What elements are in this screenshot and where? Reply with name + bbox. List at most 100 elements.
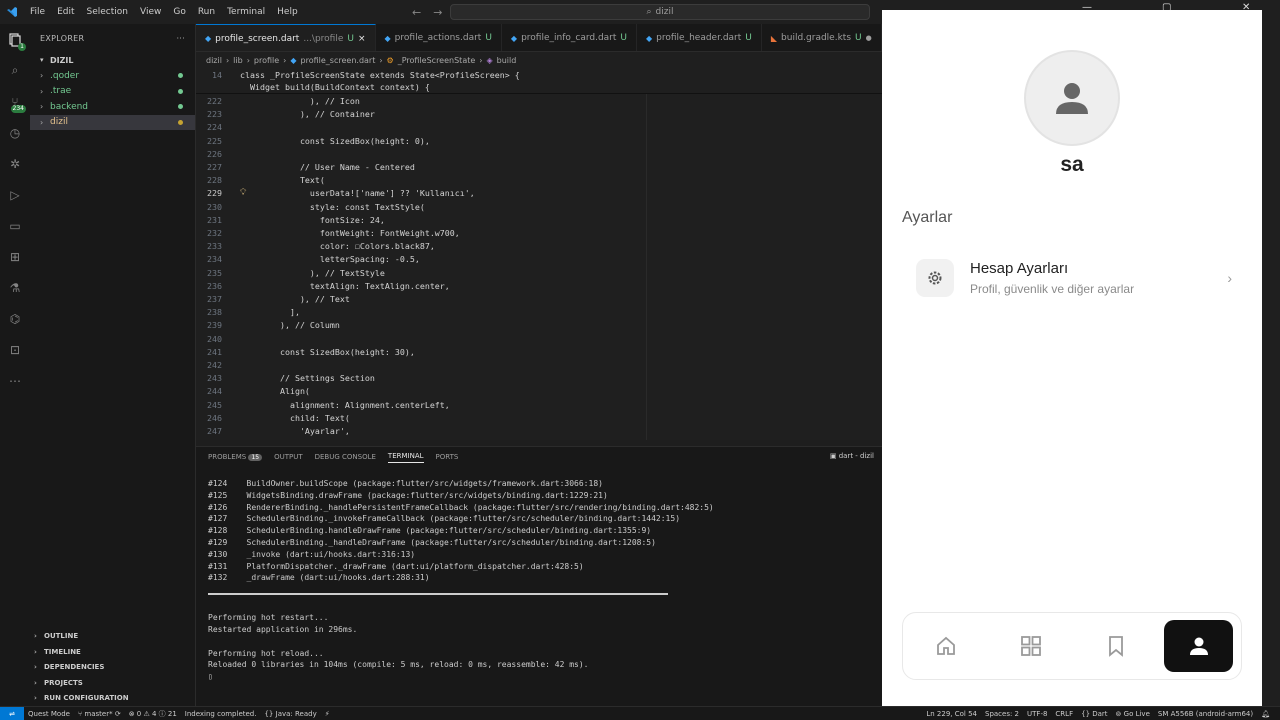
line-number: 236: [207, 280, 222, 291]
breadcrumb-item[interactable]: build: [497, 56, 517, 65]
more-icon[interactable]: ⋯: [0, 365, 30, 396]
section-label: OUTLINE: [44, 632, 79, 641]
menu-selection[interactable]: Selection: [81, 7, 134, 17]
run-debug-icon[interactable]: ▷: [0, 179, 30, 210]
section-run-configuration[interactable]: › RUN CONFIGURATION: [30, 691, 196, 707]
nav-home[interactable]: [903, 620, 988, 672]
tree-item-backend[interactable]: › backend: [30, 99, 195, 115]
device-selector[interactable]: SM A556B (android-arm64): [1154, 710, 1257, 718]
java-status[interactable]: {} Java: Ready: [260, 710, 320, 718]
section-dependencies[interactable]: › DEPENDENCIES: [30, 660, 196, 676]
sidebar-sections: › OUTLINE › TIMELINE › DEPENDENCIES › PROJEC…: [30, 629, 196, 707]
problems-status[interactable]: ⊗ 0 ⚠ 4 ⓘ 21: [125, 709, 181, 719]
line-number: 225: [207, 135, 222, 146]
nav-grid[interactable]: [988, 620, 1073, 672]
command-center-search[interactable]: ⌕ dizil: [450, 4, 870, 20]
terminal-icon: ▣: [829, 452, 837, 460]
nav-bookmarks[interactable]: [1073, 620, 1158, 672]
code-editor[interactable]: 14 class _ProfileScreenState extends Sta…: [196, 68, 882, 440]
go-live[interactable]: ⊚ Go Live: [1112, 710, 1154, 718]
menu-run[interactable]: Run: [192, 7, 221, 17]
tab-ports[interactable]: PORTS: [436, 453, 459, 461]
tab-profile-actions[interactable]: ◆ profile_actions.dart U: [376, 24, 502, 51]
testing-icon[interactable]: ⚗: [0, 272, 30, 303]
modified-dot-icon: [178, 88, 183, 94]
git-branch[interactable]: ⑂ master* ⟳: [74, 710, 125, 718]
workspace-root[interactable]: ▾ DIZIL: [30, 52, 195, 68]
chevron-right-icon: ›: [34, 647, 37, 656]
menu-edit[interactable]: Edit: [51, 7, 80, 17]
line-number: 247: [207, 425, 222, 436]
lightbulb-icon[interactable]: 💡︎: [240, 188, 246, 198]
back-arrow-icon[interactable]: ←: [412, 6, 421, 19]
language-mode[interactable]: {} Dart: [1077, 710, 1111, 718]
explorer-icon[interactable]: 1: [0, 24, 30, 55]
terminal-instance[interactable]: ▣ dart - dizil: [830, 452, 874, 460]
tree-item-dizil[interactable]: › dizil: [30, 114, 195, 130]
code-text: textAlign: TextAlign.center,: [240, 280, 450, 291]
status-right: Ln 229, Col 54 Spaces: 2 UTF-8 CRLF {} D…: [922, 707, 1274, 720]
sticky-line: Widget build(BuildContext context) {: [196, 81, 882, 95]
menu-terminal[interactable]: Terminal: [221, 7, 271, 17]
app-logo-icon: [0, 0, 24, 24]
tree-item-qoder[interactable]: › .qoder: [30, 68, 195, 84]
remote-icon[interactable]: ⇌: [0, 706, 24, 720]
source-control-icon[interactable]: ⑂ 234: [0, 86, 30, 117]
settings-section-title: Ayarlar: [902, 209, 953, 226]
section-projects[interactable]: › PROJECTS: [30, 675, 196, 691]
search-activity-icon[interactable]: ⌕: [0, 55, 30, 86]
avatar[interactable]: [1024, 50, 1120, 146]
breadcrumb-item[interactable]: _ProfileScreenState: [398, 56, 476, 65]
section-timeline[interactable]: › TIMELINE: [30, 644, 196, 660]
chevron-down-icon: ▾: [40, 56, 44, 64]
inspect-icon[interactable]: ⊡: [0, 334, 30, 365]
tab-terminal[interactable]: TERMINAL: [387, 452, 424, 463]
quest-mode[interactable]: Quest Mode: [24, 710, 74, 718]
terminal-line: #132 _drawFrame (dart:ui/hooks.dart:288:…: [208, 573, 430, 583]
tab-problems[interactable]: PROBLEMS 15: [208, 453, 263, 461]
tab-output[interactable]: OUTPUT: [274, 453, 303, 461]
menu-file[interactable]: File: [24, 7, 51, 17]
timeline-icon[interactable]: ◷: [0, 117, 30, 148]
more-actions-icon[interactable]: ···: [176, 34, 185, 43]
code-text: ), // Icon: [240, 95, 360, 106]
code-text: ), // TextStyle: [240, 267, 385, 278]
line-ending[interactable]: CRLF: [1051, 710, 1077, 718]
code-text: class _ProfileScreenState extends State<…: [240, 69, 520, 80]
indentation[interactable]: Spaces: 2: [981, 710, 1023, 718]
code-line: 246 child: Text(: [196, 411, 882, 424]
line-number: 241: [207, 346, 222, 357]
breadcrumb-item[interactable]: dizil: [206, 56, 222, 65]
remote-explorer-icon[interactable]: ▭: [0, 210, 30, 241]
tab-profile-info-card[interactable]: ◆ profile_info_card.dart U: [502, 24, 637, 51]
chevron-right-icon: ›: [225, 55, 230, 65]
bolt-icon[interactable]: ⚡: [321, 710, 334, 718]
cursor-position[interactable]: Ln 229, Col 54: [922, 710, 981, 718]
terminal-output[interactable]: #124 BuildOwner.buildScope (package:flut…: [208, 479, 878, 684]
setting-subtitle: Profil, güvenlik ve diğer ayarlar: [970, 282, 1135, 296]
line-number: 226: [207, 148, 222, 159]
tab-build-gradle[interactable]: ◣ build.gradle.kts U ●: [762, 24, 882, 51]
menu-go[interactable]: Go: [167, 7, 191, 17]
nav-profile[interactable]: [1164, 620, 1233, 672]
breadcrumb-item[interactable]: profile_screen.dart: [301, 56, 376, 65]
menu-help[interactable]: Help: [271, 7, 304, 17]
notifications-bell-icon[interactable]: 🔔︎: [1257, 710, 1274, 718]
menu-view[interactable]: View: [134, 7, 167, 17]
flutter-icon[interactable]: ⌬: [0, 303, 30, 334]
account-settings-row[interactable]: Hesap Ayarları Profil, güvenlik ve diğer…: [902, 250, 1242, 306]
section-outline[interactable]: › OUTLINE: [30, 629, 196, 645]
extensions-gear-icon[interactable]: ✲: [0, 148, 30, 179]
breadcrumb-item[interactable]: profile: [254, 56, 279, 65]
close-icon[interactable]: ×: [358, 34, 366, 44]
extensions-icon[interactable]: ⊞: [0, 241, 30, 272]
tab-debug-console[interactable]: DEBUG CONSOLE: [315, 453, 376, 461]
forward-arrow-icon[interactable]: →: [433, 6, 442, 19]
tab-profile-screen[interactable]: ◆ profile_screen.dart ...\profile U ×: [196, 24, 376, 51]
tab-profile-header[interactable]: ◆ profile_header.dart U: [637, 24, 762, 51]
terminal-line: #129 SchedulerBinding._handleDrawFrame (…: [208, 537, 656, 547]
tree-item-trae[interactable]: › .trae: [30, 84, 195, 100]
encoding[interactable]: UTF-8: [1023, 710, 1051, 718]
go-live-label: Go Live: [1123, 710, 1150, 718]
breadcrumb-item[interactable]: lib: [233, 56, 243, 65]
